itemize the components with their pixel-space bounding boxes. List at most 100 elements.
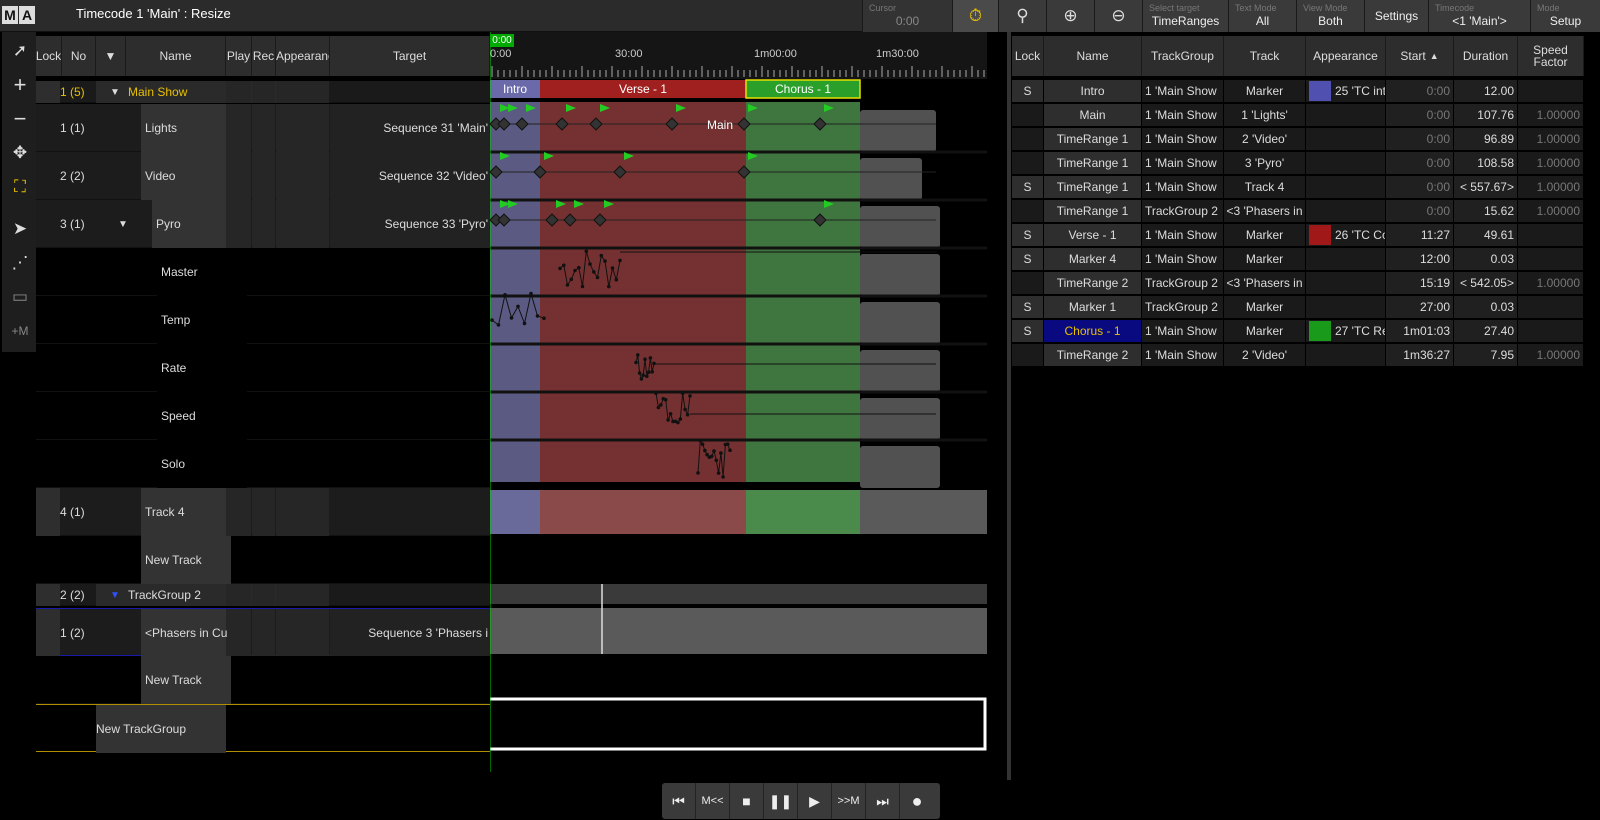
range-cell-app[interactable] — [1306, 128, 1385, 150]
plus-icon[interactable]: + — [6, 70, 34, 100]
settings-button[interactable]: Settings — [1364, 0, 1428, 32]
range-cell-lock[interactable] — [1012, 272, 1043, 294]
range-cell-app[interactable] — [1306, 152, 1385, 174]
range-cell-lock[interactable]: S — [1012, 320, 1043, 342]
range-cell-name[interactable]: Chorus - 1 — [1044, 320, 1141, 342]
pane-divider[interactable] — [1007, 32, 1011, 780]
ruler-icon[interactable]: ▭ — [6, 282, 34, 312]
track-option-cell[interactable] — [276, 104, 329, 152]
track-row[interactable]: Master — [36, 248, 490, 296]
mode-button[interactable]: Mode Setup — [1530, 0, 1600, 32]
range-cell-start[interactable]: 0:00 — [1386, 128, 1453, 150]
rh-name[interactable]: Name — [1044, 36, 1142, 76]
track-row[interactable]: New Track — [36, 656, 490, 704]
move-icon[interactable]: ✥ — [6, 138, 34, 168]
track-row[interactable]: New Track — [36, 536, 490, 584]
zoom-in-button[interactable]: ⊕ — [1046, 0, 1094, 32]
track-row[interactable]: Speed — [36, 392, 490, 440]
range-cell-dur[interactable]: 107.76 — [1454, 104, 1517, 126]
rh-speed[interactable]: Speed Factor — [1518, 36, 1584, 76]
header-no[interactable]: No — [62, 36, 96, 76]
range-cell-speed[interactable]: 1.00000 — [1518, 176, 1583, 198]
record-icon[interactable]: ● — [900, 783, 934, 819]
range-cell-name[interactable]: Main — [1044, 104, 1141, 126]
range-cell-name[interactable]: Marker 4 — [1044, 248, 1141, 270]
track-row[interactable]: 1 (5) ▼ Main Show — [36, 81, 490, 103]
range-cell-name[interactable]: Verse - 1 — [1044, 224, 1141, 246]
range-cell-tg[interactable]: 1 'Main Show — [1142, 80, 1223, 102]
range-cell-tg[interactable]: TrackGroup 2 — [1142, 272, 1223, 294]
rh-track[interactable]: Track — [1224, 36, 1306, 76]
range-cell-app[interactable]: 25 'TC int — [1306, 80, 1385, 102]
range-cell-app[interactable] — [1306, 248, 1385, 270]
range-cell-lock[interactable] — [1012, 344, 1043, 366]
track-option-cell[interactable] — [252, 609, 275, 657]
range-cell-track[interactable]: <3 'Phasers in — [1224, 200, 1305, 222]
range-cell-tg[interactable]: TrackGroup 2 — [1142, 296, 1223, 318]
track-option-cell[interactable] — [252, 104, 275, 152]
rh-appearance[interactable]: Appearance — [1306, 36, 1386, 76]
range-cell-dur[interactable]: 108.58 — [1454, 152, 1517, 174]
range-cell-lock[interactable]: S — [1012, 80, 1043, 102]
minus-icon[interactable]: − — [6, 104, 34, 134]
track-option-cell[interactable] — [252, 152, 275, 200]
range-cell-tg[interactable]: 1 'Main Show — [1142, 224, 1223, 246]
track-row[interactable]: Rate — [36, 344, 490, 392]
range-label-intro[interactable]: Intro — [490, 81, 540, 97]
range-cell-app[interactable] — [1306, 296, 1385, 318]
header-appearance[interactable]: Appearance — [276, 36, 330, 76]
range-cell-start[interactable]: 0:00 — [1386, 200, 1453, 222]
play-cursor-icon[interactable]: ➤ — [6, 214, 34, 244]
range-cell-lock[interactable] — [1012, 128, 1043, 150]
range-cell-track[interactable]: Track 4 — [1224, 176, 1305, 198]
range-cell-app[interactable] — [1306, 176, 1385, 198]
track-row[interactable]: 1 (1) Lights Sequence 31 'Main' — [36, 104, 490, 152]
range-cell-dur[interactable]: 49.61 — [1454, 224, 1517, 246]
range-cell-track[interactable]: Marker — [1224, 80, 1305, 102]
track-row[interactable]: Temp — [36, 296, 490, 344]
track-option-cell[interactable] — [276, 609, 329, 657]
triangle-down-icon[interactable]: ▼ — [118, 200, 128, 248]
range-cell-track[interactable]: 1 'Lights' — [1224, 104, 1305, 126]
range-cell-speed[interactable] — [1518, 248, 1583, 270]
range-cell-name[interactable]: Marker 1 — [1044, 296, 1141, 318]
range-cell-dur[interactable]: < 557.67> — [1454, 176, 1517, 198]
range-cell-start[interactable]: 0:00 — [1386, 176, 1453, 198]
rh-lock[interactable]: Lock — [1012, 36, 1044, 76]
range-cell-track[interactable]: Marker — [1224, 320, 1305, 342]
range-cell-speed[interactable] — [1518, 224, 1583, 246]
range-cell-lock[interactable] — [1012, 104, 1043, 126]
timeline-area[interactable]: 0:00 0:00 30:00 1m00:00 1m30:00 Intro Ve… — [485, 32, 987, 772]
track-option-cell[interactable] — [276, 152, 329, 200]
header-rec[interactable]: Rec — [252, 36, 276, 76]
range-cell-speed[interactable]: 1.00000 — [1518, 272, 1583, 294]
range-cell-name[interactable]: TimeRange 2 — [1044, 344, 1141, 366]
range-cell-speed[interactable] — [1518, 296, 1583, 318]
range-cell-track[interactable]: Marker — [1224, 248, 1305, 270]
range-cell-track[interactable]: 2 'Video' — [1224, 344, 1305, 366]
header-lock[interactable]: Lock — [36, 36, 62, 76]
range-cell-track[interactable]: 3 'Pyro' — [1224, 152, 1305, 174]
header-name[interactable]: Name — [126, 36, 226, 76]
track-option-cell[interactable] — [252, 488, 275, 536]
range-cell-tg[interactable]: 1 'Main Show — [1142, 104, 1223, 126]
range-cell-app[interactable] — [1306, 104, 1385, 126]
range-cell-lock[interactable]: S — [1012, 248, 1043, 270]
range-cell-lock[interactable]: S — [1012, 224, 1043, 246]
lock-cell[interactable] — [36, 609, 60, 657]
skip-start-icon[interactable]: ⏮ — [662, 783, 696, 819]
range-cell-lock[interactable]: S — [1012, 176, 1043, 198]
track-option-cell[interactable] — [252, 200, 275, 248]
range-cell-dur[interactable]: 0.03 — [1454, 248, 1517, 270]
select-target-button[interactable]: Select target TimeRanges — [1142, 0, 1228, 32]
path-icon[interactable]: ⋰ — [6, 248, 34, 278]
range-cell-track[interactable]: Marker — [1224, 224, 1305, 246]
range-cell-dur[interactable]: 27.40 — [1454, 320, 1517, 342]
stop-icon[interactable]: ■ — [730, 783, 764, 819]
track-option-cell[interactable] — [276, 200, 329, 248]
rh-trackgroup[interactable]: TrackGroup — [1142, 36, 1224, 76]
add-marker-button[interactable]: +M — [6, 316, 34, 346]
range-cell-name[interactable]: TimeRange 2 — [1044, 272, 1141, 294]
pause-icon[interactable]: ❚❚ — [764, 783, 798, 819]
range-cell-tg[interactable]: 1 'Main Show — [1142, 344, 1223, 366]
